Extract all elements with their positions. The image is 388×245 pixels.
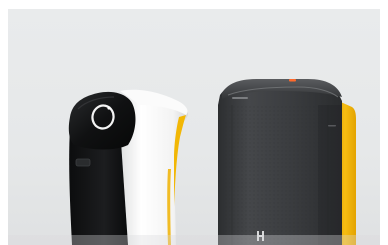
product-photo xyxy=(8,9,380,245)
product-photo-frame xyxy=(0,0,388,245)
right-robot xyxy=(218,79,356,245)
robots-illustration xyxy=(8,79,380,245)
left-robot xyxy=(68,89,188,245)
